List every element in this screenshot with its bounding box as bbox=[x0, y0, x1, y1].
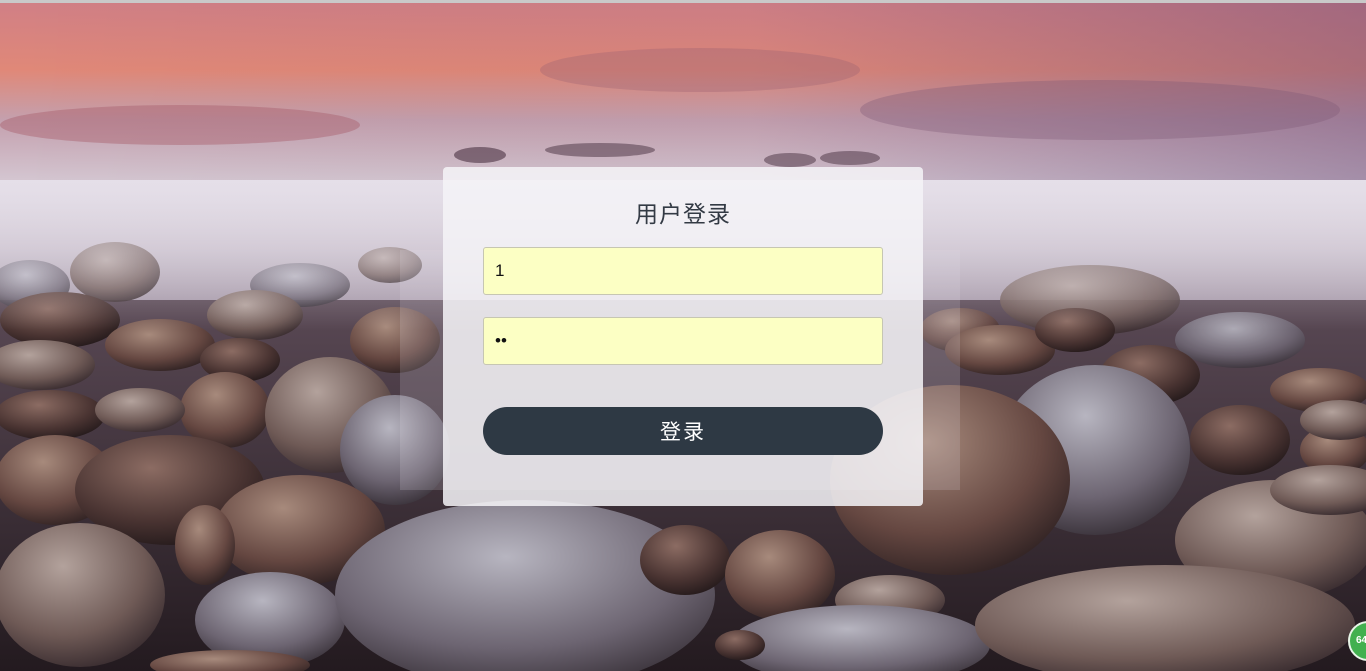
window-top-border bbox=[0, 0, 1366, 3]
login-button[interactable]: 登录 bbox=[483, 407, 883, 455]
login-title: 用户登录 bbox=[635, 202, 731, 228]
login-page: 用户登录 登录 64 bbox=[0, 0, 1366, 671]
username-input[interactable] bbox=[483, 247, 883, 295]
password-input[interactable] bbox=[483, 317, 883, 365]
login-card: 用户登录 登录 bbox=[443, 167, 923, 506]
